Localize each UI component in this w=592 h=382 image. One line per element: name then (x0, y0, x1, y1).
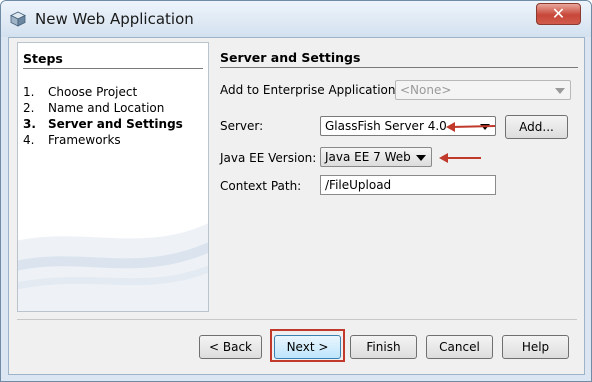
finish-button[interactable]: Finish (350, 335, 417, 359)
help-button[interactable]: Help (502, 335, 569, 359)
server-select[interactable]: GlassFish Server 4.0 (320, 116, 496, 136)
step-item: 1. Choose Project (23, 84, 183, 100)
step-label: Choose Project (48, 85, 138, 99)
step-number: 1. (23, 85, 35, 99)
steps-heading: Steps (23, 51, 63, 66)
step-label: Server and Settings (48, 117, 183, 131)
back-button[interactable]: < Back (199, 335, 262, 359)
step-number: 2. (23, 101, 35, 115)
add-server-button[interactable]: Add... (505, 115, 568, 139)
enterprise-app-label: Add to Enterprise Application: (220, 83, 400, 97)
chevron-down-icon (416, 155, 426, 161)
javaee-version-label: Java EE Version: (220, 151, 317, 165)
settings-heading: Server and Settings (220, 50, 361, 65)
title-bar: New Web Application ✕ (1, 1, 591, 37)
step-number: 3. (23, 117, 36, 131)
cube-icon (10, 11, 26, 27)
settings-divider (220, 67, 578, 68)
step-label: Frameworks (48, 133, 121, 147)
steps-panel: Steps 1. Choose Project 2. Name and Locati… (17, 42, 209, 312)
step-item: 2. Name and Location (23, 100, 183, 116)
button-bar-divider (17, 319, 577, 320)
step-item: 4. Frameworks (23, 132, 183, 148)
step-number: 4. (23, 133, 35, 147)
javaee-version-select[interactable]: Java EE 7 Web (320, 147, 432, 167)
next-highlight-box (270, 329, 345, 362)
context-path-label: Context Path: (220, 179, 302, 193)
server-label: Server: (220, 119, 264, 133)
close-icon: ✕ (551, 4, 566, 23)
window-title: New Web Application (35, 10, 194, 28)
javaee-version-value: Java EE 7 Web (325, 150, 411, 164)
step-label: Name and Location (48, 101, 165, 115)
dialog-body: Steps 1. Choose Project 2. Name and Locati… (8, 37, 585, 375)
cancel-button[interactable]: Cancel (426, 335, 493, 359)
context-path-field[interactable]: /FileUpload (320, 175, 496, 195)
new-web-application-window: New Web Application ✕ Steps 1. Choose Pro… (0, 0, 592, 382)
server-value: GlassFish Server 4.0 (325, 119, 447, 133)
steps-list: 1. Choose Project 2. Name and Location 3. S… (23, 84, 183, 148)
close-button[interactable]: ✕ (536, 3, 581, 25)
enterprise-app-value: <None> (400, 83, 452, 97)
step-item-current: 3. Server and Settings (23, 116, 183, 132)
chevron-down-icon (480, 124, 490, 130)
chevron-down-icon (555, 88, 565, 94)
steps-divider (23, 68, 203, 69)
enterprise-app-select[interactable]: <None> (395, 80, 571, 100)
